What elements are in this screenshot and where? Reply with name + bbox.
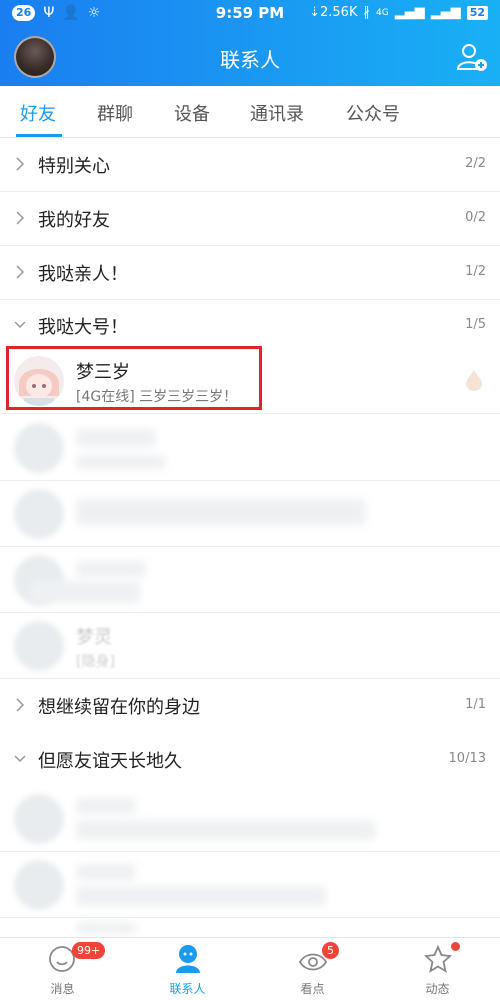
page-title: 联系人 (220, 48, 280, 72)
blurred-friend-row[interactable] (0, 547, 500, 613)
friend-row[interactable]: 梦灵 [隐身] (0, 613, 500, 679)
new-dot (451, 942, 460, 951)
group-count: 10/13 (448, 751, 486, 766)
group-lasting-friendship[interactable]: 但愿友谊天长地久 10/13 (0, 733, 500, 787)
blurred-friend-row[interactable] (0, 786, 500, 852)
unread-badge: 99+ (72, 942, 106, 959)
unread-badge: 5 (322, 942, 339, 959)
blurred-text (76, 820, 376, 840)
group-count: 1/5 (465, 317, 486, 332)
group-name: 特别关心 (38, 156, 110, 177)
blurred-text (76, 429, 156, 447)
group-name: 我的好友 (38, 210, 110, 231)
app-header: 联系人 (0, 28, 500, 86)
blurred-text (76, 499, 366, 525)
group-count: 0/2 (465, 210, 486, 225)
signal-icon: ▂▄▆ (394, 5, 425, 20)
blurred-friend-row[interactable] (0, 852, 500, 918)
nav-watch[interactable]: 5 看点 (250, 938, 375, 1000)
blurred-friend-row[interactable] (0, 918, 500, 937)
top-bar: 26 Ψ 👤 ☼ 9:59 PM ⇣2.56K ∦ 4G ▂▄▆ ▂▄▆ 52 … (0, 0, 500, 86)
blurred-friend-row[interactable] (0, 415, 500, 481)
nav-label: 消息 (50, 982, 75, 996)
chevron-right-icon (16, 265, 25, 279)
active-tab-indicator (16, 134, 62, 137)
tab-devices[interactable]: 设备 (174, 100, 210, 126)
blurred-text (30, 581, 140, 603)
group-count: 1/1 (465, 697, 486, 712)
tab-groups[interactable]: 群聊 (97, 100, 133, 126)
chevron-down-icon (14, 755, 26, 763)
group-name: 但愿友谊天长地久 (38, 751, 182, 772)
blurred-avatar (14, 860, 64, 910)
group-count: 1/2 (465, 264, 486, 279)
highlight-box (6, 346, 262, 410)
group-special-care[interactable]: 特别关心 2/2 (0, 138, 500, 192)
blurred-avatar (14, 423, 64, 473)
blurred-text (76, 864, 136, 880)
tab-public-accounts[interactable]: 公众号 (346, 100, 400, 126)
download-speed: ⇣2.56K (309, 5, 358, 20)
nav-label: 联系人 (169, 982, 206, 996)
status-right: ⇣2.56K ∦ 4G ▂▄▆ ▂▄▆ 52 (309, 5, 488, 20)
chevron-right-icon (16, 698, 25, 712)
group-name: 想继续留在你的身边 (38, 697, 200, 718)
blurred-text (76, 561, 146, 577)
blurred-avatar (14, 794, 64, 844)
nav-moments[interactable]: 动态 (375, 938, 500, 1000)
nav-messages[interactable]: 99+ 消息 (0, 938, 125, 1000)
group-main-account[interactable]: 我哒大号！ 1/5 (0, 299, 500, 353)
chevron-right-icon (16, 211, 25, 225)
blurred-text (76, 455, 166, 469)
nav-label: 动态 (425, 982, 450, 996)
bottom-navigation: 99+ 消息 联系人 5 看点 动态 (0, 937, 500, 1000)
group-count: 2/2 (465, 156, 486, 171)
blurred-avatar (14, 621, 64, 671)
group-stay-by-side[interactable]: 想继续留在你的身边 1/1 (0, 679, 500, 733)
network-type: 4G (375, 7, 389, 18)
blurred-text (76, 922, 136, 934)
group-my-friends[interactable]: 我的好友 0/2 (0, 192, 500, 246)
nav-contacts[interactable]: 联系人 (125, 938, 250, 1000)
blurred-friend-row[interactable] (0, 481, 500, 547)
chevron-down-icon (14, 321, 26, 329)
star-icon (423, 944, 453, 973)
tab-friends[interactable]: 好友 (20, 100, 56, 126)
signal-icon-2: ▂▄▆ (430, 5, 461, 20)
friend-name: 梦灵 (76, 627, 112, 648)
group-family[interactable]: 我哒亲人！ 1/2 (0, 246, 500, 300)
blurred-text (76, 798, 136, 814)
contacts-icon (176, 945, 200, 973)
contact-tabs: 好友 群聊 设备 通讯录 公众号 (0, 86, 500, 138)
flame-icon (466, 370, 482, 391)
blurred-text (76, 886, 326, 906)
add-contact-icon[interactable] (456, 41, 488, 73)
group-name: 我哒大号！ (38, 317, 128, 338)
bluetooth-icon: ∦ (363, 5, 370, 20)
tab-address-book[interactable]: 通讯录 (250, 100, 304, 126)
friend-status: [隐身] (76, 654, 115, 670)
nav-label: 看点 (300, 982, 325, 996)
status-bar: 26 Ψ 👤 ☼ 9:59 PM ⇣2.56K ∦ 4G ▂▄▆ ▂▄▆ 52 (0, 0, 500, 28)
group-name: 我哒亲人！ (38, 264, 128, 285)
blurred-avatar (14, 489, 64, 539)
battery-indicator: 52 (466, 5, 488, 20)
chevron-right-icon (16, 157, 25, 171)
